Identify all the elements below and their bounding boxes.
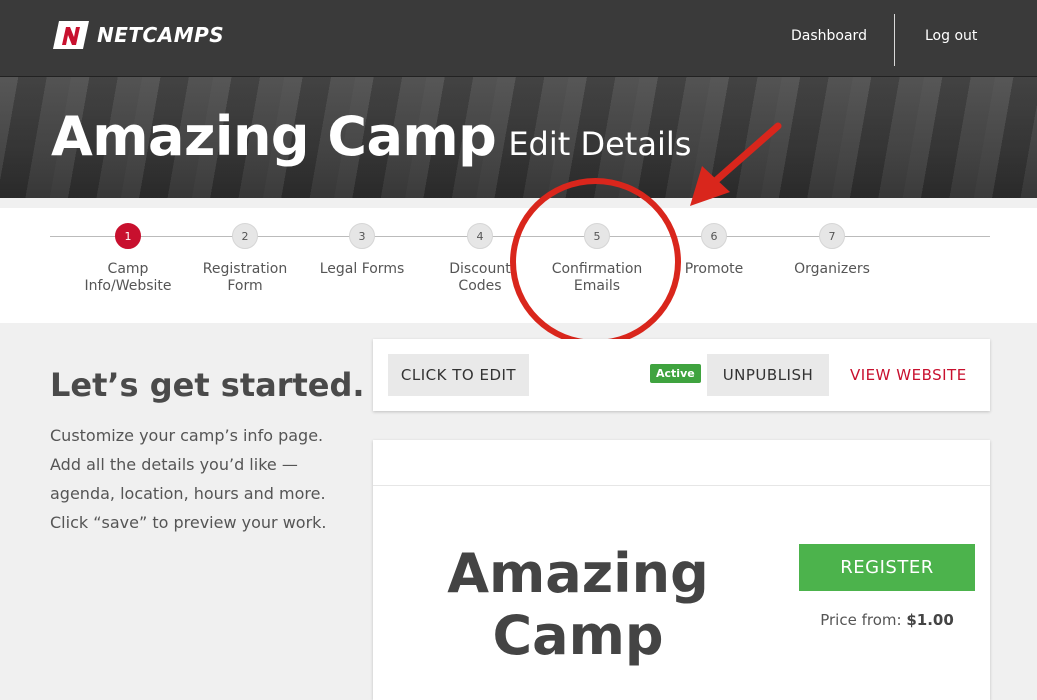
step-label: Confirmation Emails	[551, 261, 643, 294]
preview-camp-title: Amazing Camp	[447, 542, 709, 667]
nav-logout-link[interactable]: Log out	[925, 28, 977, 44]
top-navbar: NETCAMPS Dashboard Log out	[0, 0, 1037, 77]
hero-banner: Amazing Camp Edit Details	[0, 77, 1037, 198]
view-website-link[interactable]: VIEW WEBSITE	[850, 366, 967, 384]
edit-toolbar: CLICK TO EDIT Active UNPUBLISH VIEW WEBS…	[373, 339, 990, 411]
price-label: Price from:	[820, 611, 902, 629]
step-registration-form[interactable]: 2 Registration Form	[180, 223, 310, 295]
step-number: 1	[115, 223, 141, 249]
logo-text: NETCAMPS	[97, 23, 225, 47]
page-title: Amazing Camp Edit Details	[51, 105, 691, 168]
step-number: 5	[584, 223, 610, 249]
page-subtitle: Edit Details	[508, 125, 692, 163]
setup-stepper: 1 Camp Info/Website 2 Registration Form …	[0, 208, 1037, 323]
step-label: Promote	[684, 261, 744, 277]
click-to-edit-button[interactable]: CLICK TO EDIT	[388, 354, 529, 396]
netcamps-logo[interactable]: NETCAMPS	[51, 19, 224, 51]
step-organizers[interactable]: 7 Organizers	[767, 223, 897, 278]
step-number: 3	[349, 223, 375, 249]
step-label: Legal Forms	[319, 261, 405, 277]
step-promote[interactable]: 6 Promote	[649, 223, 779, 278]
step-discount-codes[interactable]: 4 Discount Codes	[415, 223, 545, 295]
price-value: $1.00	[906, 611, 954, 629]
netcamps-logo-icon	[51, 19, 91, 51]
step-label: Camp Info/Website	[84, 261, 172, 294]
nav-divider	[894, 14, 895, 66]
step-number: 2	[232, 223, 258, 249]
register-button[interactable]: REGISTER	[799, 544, 975, 591]
intro-heading: Let’s get started.	[50, 366, 365, 404]
step-number: 4	[467, 223, 493, 249]
unpublish-button[interactable]: UNPUBLISH	[707, 354, 829, 396]
step-camp-info[interactable]: 1 Camp Info/Website	[63, 223, 193, 295]
camp-name-title: Amazing Camp	[51, 105, 497, 168]
step-number: 7	[819, 223, 845, 249]
step-number: 6	[701, 223, 727, 249]
intro-body: Customize your camp’s info page. Add all…	[50, 426, 327, 532]
step-label: Organizers	[794, 261, 870, 277]
camp-preview-card: Amazing Camp REGISTER Price from: $1.00	[373, 440, 990, 700]
step-label: Discount Codes	[449, 261, 511, 294]
step-legal-forms[interactable]: 3 Legal Forms	[297, 223, 427, 278]
price-info: Price from: $1.00	[799, 611, 975, 629]
status-badge: Active	[650, 364, 701, 383]
step-confirmation-emails[interactable]: 5 Confirmation Emails	[532, 223, 662, 295]
step-label: Registration Form	[202, 261, 288, 294]
preview-divider	[373, 485, 990, 486]
nav-dashboard-link[interactable]: Dashboard	[791, 28, 867, 44]
